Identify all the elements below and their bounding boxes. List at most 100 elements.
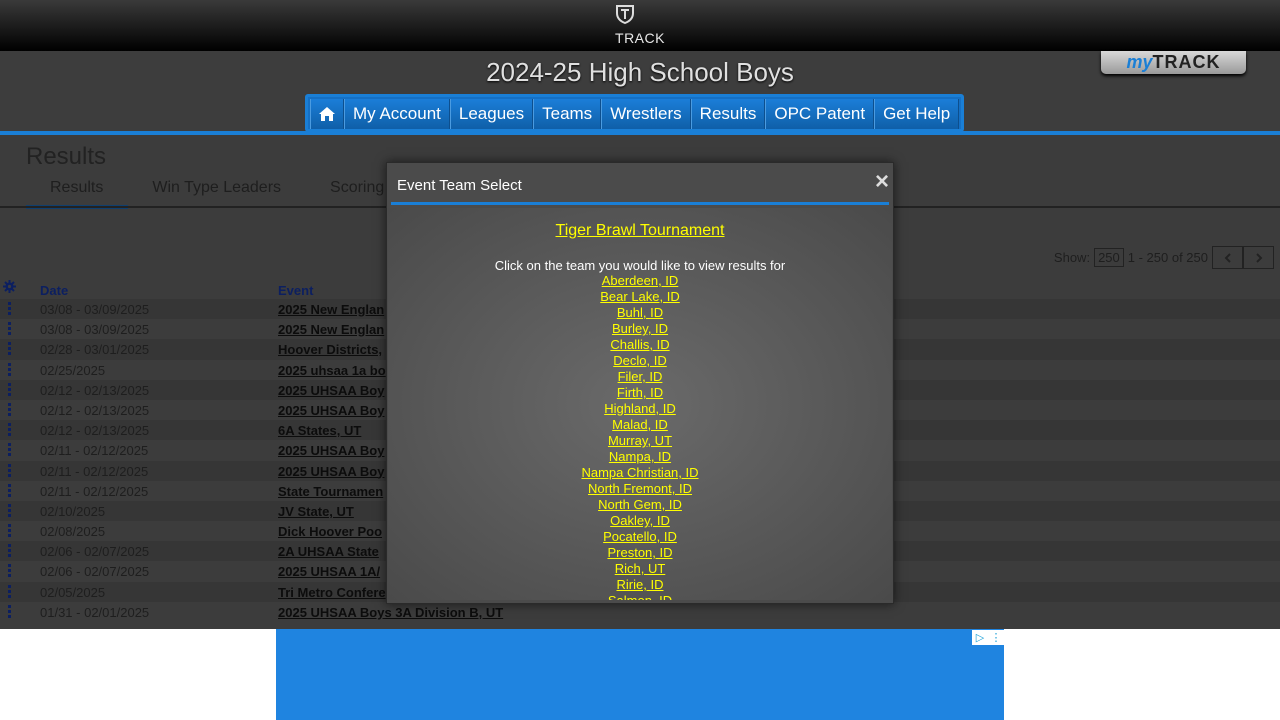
column-date[interactable]: Date <box>40 283 68 298</box>
row-event-link[interactable]: 2025 New Englan <box>278 302 384 317</box>
modal-instructions: Click on the team you would like to view… <box>494 258 786 273</box>
team-link[interactable]: Preston, ID <box>388 545 892 561</box>
row-menu-icon[interactable] <box>8 423 11 437</box>
pager: Show: 250 1 - 250 of 250 <box>1054 246 1274 269</box>
ad-controls: ▷ ⋮ <box>972 630 1004 645</box>
team-link[interactable]: Ririe, ID <box>388 577 892 593</box>
results-title: Results <box>26 143 107 170</box>
page-size-input[interactable]: 250 <box>1094 248 1124 267</box>
event-team-select-modal: Event Team Select × Tiger Brawl Tourname… <box>386 162 894 604</box>
team-link[interactable]: Rich, UT <box>388 561 892 577</box>
nav-leagues[interactable]: Leagues <box>449 99 534 129</box>
row-menu-icon[interactable] <box>8 604 11 619</box>
top-bar: TRACK <box>0 0 1280 51</box>
team-link[interactable]: Aberdeen, ID <box>388 273 892 289</box>
team-link[interactable]: Murray, UT <box>388 433 892 449</box>
home-icon <box>319 107 335 121</box>
tab-results[interactable]: Results <box>26 179 129 209</box>
nav-get-help[interactable]: Get Help <box>874 99 960 129</box>
mytrack-suffix: TRACK <box>1152 52 1221 72</box>
team-link[interactable]: Burley, ID <box>388 321 892 337</box>
header: 2024-25 High School Boys myTRACK My Acco… <box>0 51 1280 133</box>
prev-page-button[interactable] <box>1212 246 1243 269</box>
row-event-link[interactable]: 2025 UHSAA Boy <box>278 383 384 398</box>
chevron-left-icon <box>1224 252 1231 263</box>
row-event-link[interactable]: JV State, UT <box>278 504 354 519</box>
row-event-link[interactable]: Hoover Districts, <box>278 342 382 357</box>
row-event-link[interactable]: 2A UHSAA State <box>278 544 379 559</box>
row-date: 02/05/2025 <box>40 584 106 600</box>
gear-icon[interactable] <box>3 280 16 293</box>
row-menu-icon[interactable] <box>8 524 11 538</box>
row-date: 02/06 - 02/07/2025 <box>40 544 150 560</box>
row-event-link[interactable]: State Tournamen <box>278 484 383 499</box>
row-event-link[interactable]: Dick Hoover Poo <box>278 524 382 539</box>
close-icon[interactable]: × <box>875 168 889 196</box>
team-link[interactable]: Challis, ID <box>388 337 892 353</box>
track-shield-icon[interactable] <box>614 3 636 25</box>
adchoices-icon[interactable]: ▷ <box>972 630 988 645</box>
row-date: 02/10/2025 <box>40 503 106 519</box>
row-menu-icon[interactable] <box>8 503 11 518</box>
results-tabs: Results Win Type Leaders Scoring <box>26 179 409 209</box>
ad-banner[interactable]: ▷ ⋮ <box>276 629 1004 720</box>
team-link[interactable]: North Fremont, ID <box>388 481 892 497</box>
row-date: 02/12 - 02/13/2025 <box>40 423 150 439</box>
nav-results[interactable]: Results <box>690 99 766 129</box>
modal-title: Event Team Select <box>397 177 522 194</box>
row-event-link[interactable]: 6A States, UT <box>278 423 361 438</box>
row-menu-icon[interactable] <box>8 322 11 336</box>
tab-win-type-leaders[interactable]: Win Type Leaders <box>128 179 306 209</box>
row-menu-icon[interactable] <box>8 544 11 558</box>
team-link[interactable]: Filer, ID <box>388 369 892 385</box>
row-event-link[interactable]: Tri Metro Confere <box>278 585 386 600</box>
row-date: 02/28 - 03/01/2025 <box>40 342 150 358</box>
row-event-link[interactable]: 2025 uhsaa 1a bo <box>278 363 386 378</box>
team-link[interactable]: Nampa, ID <box>388 449 892 465</box>
nav-teams[interactable]: Teams <box>533 99 602 129</box>
row-event-link[interactable]: 2025 UHSAA Boys 3A Division B, UT <box>278 605 503 620</box>
row-event-link[interactable]: 2025 UHSAA Boy <box>278 464 384 479</box>
row-menu-icon[interactable] <box>8 402 11 417</box>
row-menu-icon[interactable] <box>8 302 11 316</box>
row-event-link[interactable]: 2025 New Englan <box>278 322 384 337</box>
team-link[interactable]: Buhl, ID <box>388 305 892 321</box>
nav-opc-patent[interactable]: OPC Patent <box>765 99 875 129</box>
row-event-link[interactable]: 2025 UHSAA Boy <box>278 443 384 458</box>
mytrack-button[interactable]: myTRACK <box>1101 51 1246 74</box>
range-label: 1 - 250 of 250 <box>1127 250 1208 265</box>
row-event-link[interactable]: 2025 UHSAA 1A/ <box>278 564 380 579</box>
column-event[interactable]: Event <box>278 283 313 298</box>
row-date: 02/06 - 02/07/2025 <box>40 564 150 580</box>
team-link[interactable]: Bear Lake, ID <box>388 289 892 305</box>
row-menu-icon[interactable] <box>8 342 11 356</box>
team-link[interactable]: Malad, ID <box>388 417 892 433</box>
team-link[interactable]: Salmon, ID <box>388 593 892 600</box>
team-link[interactable]: Firth, ID <box>388 385 892 401</box>
row-menu-icon[interactable] <box>8 382 11 397</box>
row-menu-icon[interactable] <box>8 483 11 498</box>
nav-home[interactable] <box>310 99 344 129</box>
team-link[interactable]: Nampa Christian, ID <box>388 465 892 481</box>
row-menu-icon[interactable] <box>8 564 11 578</box>
row-menu-icon[interactable] <box>8 362 11 377</box>
kebab-icon[interactable]: ⋮ <box>988 630 1004 645</box>
row-menu-icon[interactable] <box>8 443 11 457</box>
row-event-link[interactable]: 2025 UHSAA Boy <box>278 403 384 418</box>
team-link[interactable]: Pocatello, ID <box>388 529 892 545</box>
main-nav: My Account Leagues Teams Wrestlers Resul… <box>305 94 965 132</box>
modal-header: Event Team Select × <box>391 163 889 205</box>
nav-my-account[interactable]: My Account <box>344 99 450 129</box>
nav-wrestlers[interactable]: Wrestlers <box>601 99 691 129</box>
tournament-link[interactable]: Tiger Brawl Tournament <box>388 222 892 240</box>
next-page-button[interactable] <box>1243 246 1274 269</box>
team-link[interactable]: Highland, ID <box>388 401 892 417</box>
row-menu-icon[interactable] <box>8 584 11 599</box>
row-date: 02/11 - 02/12/2025 <box>40 463 149 479</box>
team-link[interactable]: Oakley, ID <box>388 513 892 529</box>
row-menu-icon[interactable] <box>8 463 11 478</box>
row-date: 02/11 - 02/12/2025 <box>40 483 149 499</box>
modal-body: Tiger Brawl Tournament Click on the team… <box>388 208 892 600</box>
team-link[interactable]: Declo, ID <box>388 353 892 369</box>
team-link[interactable]: North Gem, ID <box>388 497 892 513</box>
